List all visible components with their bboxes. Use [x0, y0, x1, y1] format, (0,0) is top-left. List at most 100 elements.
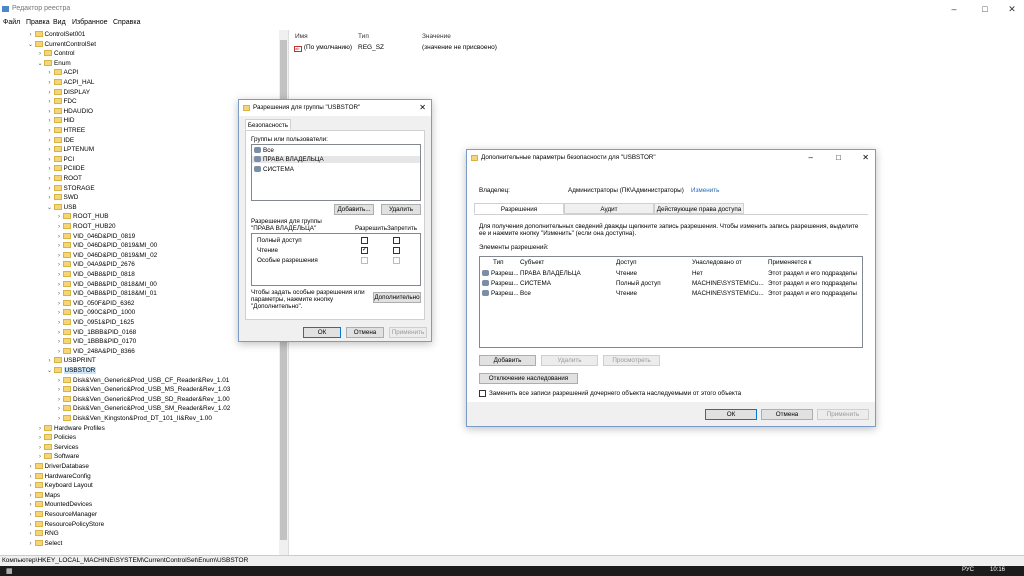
menu-favorites[interactable]: Избранное: [72, 19, 107, 26]
chevron-right-icon[interactable]: ›: [27, 481, 35, 491]
chevron-right-icon[interactable]: ›: [55, 337, 63, 347]
entry-row[interactable]: Разреш...: [482, 270, 519, 277]
tree-item[interactable]: › VID_046D&PID_0819: [55, 232, 135, 242]
chevron-down-icon[interactable]: ⌄: [46, 203, 54, 213]
tree-item[interactable]: ⌄ USB: [46, 203, 77, 213]
chevron-right-icon[interactable]: ›: [55, 376, 63, 386]
group-item[interactable]: Все: [254, 147, 274, 154]
chevron-right-icon[interactable]: ›: [46, 164, 54, 174]
chevron-down-icon[interactable]: ⌄: [27, 40, 35, 50]
tree-item[interactable]: › Select: [27, 539, 62, 549]
group-item[interactable]: СИСТЕМА: [254, 166, 294, 173]
cancel-button[interactable]: Отмена: [346, 327, 384, 338]
entry-row[interactable]: Разреш...: [482, 290, 519, 297]
chevron-right-icon[interactable]: ›: [46, 193, 54, 203]
chevron-right-icon[interactable]: ›: [55, 289, 63, 299]
chevron-down-icon[interactable]: ⌄: [36, 59, 44, 69]
chevron-right-icon[interactable]: ›: [46, 88, 54, 98]
maximize-button[interactable]: □: [975, 3, 995, 15]
chevron-right-icon[interactable]: ›: [27, 510, 35, 520]
tab-audit[interactable]: Аудит: [564, 203, 654, 214]
chevron-right-icon[interactable]: ›: [55, 308, 63, 318]
col-principal[interactable]: Субъект: [520, 259, 544, 266]
tree-item[interactable]: › VID_04A9&PID_2676: [55, 260, 135, 270]
chevron-right-icon[interactable]: ›: [55, 280, 63, 290]
chevron-right-icon[interactable]: ›: [46, 126, 54, 136]
clock[interactable]: 10:16: [990, 567, 1005, 573]
chevron-right-icon[interactable]: ›: [46, 78, 54, 88]
perm-read-allow-checkbox[interactable]: ✓: [361, 247, 368, 254]
tree-item[interactable]: › Control: [36, 49, 75, 59]
tree-item[interactable]: › USBPRINT: [46, 356, 96, 366]
chevron-right-icon[interactable]: ›: [55, 347, 63, 357]
chevron-right-icon[interactable]: ›: [46, 174, 54, 184]
chevron-right-icon[interactable]: ›: [55, 241, 63, 251]
tree-item[interactable]: › Maps: [27, 491, 60, 501]
tree-item[interactable]: › ROOT_HUB20: [55, 222, 116, 232]
replace-child-permissions-checkbox[interactable]: [479, 390, 486, 397]
tree-item[interactable]: › VID_090C&PID_1000: [55, 308, 135, 318]
chevron-right-icon[interactable]: ›: [27, 462, 35, 472]
tree-item[interactable]: › FDC: [46, 97, 77, 107]
remove-group-button[interactable]: Удалить: [381, 204, 421, 215]
tree-item[interactable]: › HDAUDIO: [46, 107, 93, 117]
tree-item[interactable]: › HTREE: [46, 126, 85, 136]
column-header-value[interactable]: Значение: [422, 33, 451, 40]
column-header-type[interactable]: Тип: [358, 33, 369, 40]
chevron-right-icon[interactable]: ›: [55, 318, 63, 328]
windows-start-icon[interactable]: ▦: [6, 567, 13, 575]
tree-item[interactable]: › VID_04B8&PID_0818&MI_00: [55, 280, 157, 290]
tree-item[interactable]: › PCIIDE: [46, 164, 85, 174]
chevron-right-icon[interactable]: ›: [46, 136, 54, 146]
col-type[interactable]: Тип: [493, 259, 504, 266]
tree-item[interactable]: › ROOT: [46, 174, 82, 184]
tree-item[interactable]: ⌄ USBSTOR: [46, 366, 97, 376]
chevron-right-icon[interactable]: ›: [27, 500, 35, 510]
chevron-right-icon[interactable]: ›: [36, 424, 44, 434]
tree-item[interactable]: › ResourcePolicyStore: [27, 520, 104, 530]
add-entry-button[interactable]: Добавить: [479, 355, 536, 366]
tree-item[interactable]: › Disk&Ven_Generic&Prod_USB_CF_Reader&Rev…: [55, 376, 229, 386]
chevron-right-icon[interactable]: ›: [36, 443, 44, 453]
chevron-right-icon[interactable]: ›: [46, 155, 54, 165]
tree-item[interactable]: › SWD: [46, 193, 78, 203]
tree-item[interactable]: › VID_046D&PID_0819&MI_00: [55, 241, 157, 251]
col-access[interactable]: Доступ: [616, 259, 637, 266]
disable-inheritance-button[interactable]: Отключение наследования: [479, 373, 578, 384]
group-item-selected[interactable]: ПРАВА ВЛАДЕЛЬЦА: [252, 156, 420, 163]
tree-item[interactable]: › DISPLAY: [46, 88, 90, 98]
chevron-down-icon[interactable]: ⌄: [46, 366, 54, 376]
tree-item[interactable]: › VID_046D&PID_0819&MI_02: [55, 251, 157, 261]
tree-item[interactable]: › Hardware Profiles: [36, 424, 105, 434]
chevron-right-icon[interactable]: ›: [46, 97, 54, 107]
minimize-button[interactable]: –: [944, 3, 964, 15]
chevron-right-icon[interactable]: ›: [27, 529, 35, 539]
tree-item[interactable]: › ACPI: [46, 68, 78, 78]
advanced-maximize-icon[interactable]: □: [836, 150, 841, 166]
col-applies-to[interactable]: Применяется к: [768, 259, 811, 266]
tree-item[interactable]: › Disk&Ven_Kingston&Prod_DT_101_II&Rev_1.…: [55, 414, 212, 424]
chevron-right-icon[interactable]: ›: [36, 452, 44, 462]
chevron-right-icon[interactable]: ›: [55, 232, 63, 242]
tree-item[interactable]: ⌄ Enum: [36, 59, 71, 69]
chevron-right-icon[interactable]: ›: [27, 520, 35, 530]
chevron-right-icon[interactable]: ›: [55, 404, 63, 414]
tree-item[interactable]: › VID_050F&PID_6362: [55, 299, 134, 309]
tab-security[interactable]: Безопасность: [245, 119, 291, 130]
tree-item[interactable]: › LPTENUM: [46, 145, 94, 155]
chevron-right-icon[interactable]: ›: [27, 539, 35, 549]
chevron-right-icon[interactable]: ›: [46, 116, 54, 126]
chevron-right-icon[interactable]: ›: [46, 68, 54, 78]
change-owner-link[interactable]: Изменить: [691, 187, 719, 194]
menu-file[interactable]: Файл: [3, 19, 20, 26]
tree-item[interactable]: › Policies: [36, 433, 76, 443]
col-inherited-from[interactable]: Унаследовано от: [692, 259, 742, 266]
chevron-right-icon[interactable]: ›: [55, 299, 63, 309]
advanced-button[interactable]: Дополнительно: [373, 292, 421, 303]
tree-item[interactable]: › Disk&Ven_Generic&Prod_USB_SM_Reader&Rev…: [55, 404, 230, 414]
chevron-right-icon[interactable]: ›: [27, 491, 35, 501]
groups-list[interactable]: Все ПРАВА ВЛАДЕЛЬЦА СИСТЕМА: [251, 144, 421, 201]
chevron-right-icon[interactable]: ›: [55, 414, 63, 424]
menu-edit[interactable]: Правка: [26, 19, 50, 26]
tree-item[interactable]: ⌄ CurrentControlSet: [27, 40, 96, 50]
